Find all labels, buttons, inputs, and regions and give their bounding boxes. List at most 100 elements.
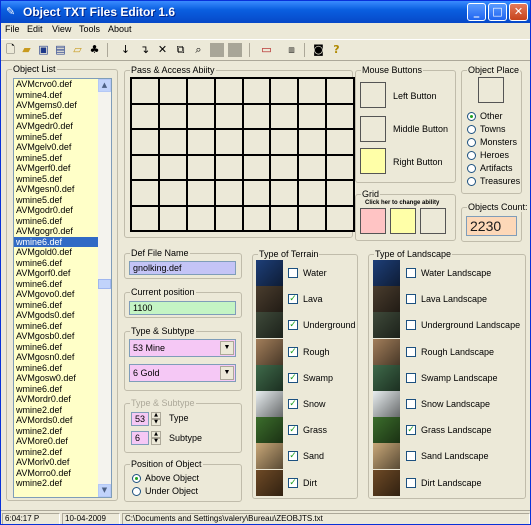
grid-cell[interactable] xyxy=(187,155,216,181)
grid-cell[interactable] xyxy=(132,79,160,105)
list-item[interactable]: wmine6.def xyxy=(14,363,111,374)
grid-cell[interactable] xyxy=(327,155,355,181)
list-scrollbar[interactable]: ▲ ▼ xyxy=(98,79,111,497)
grid-cell[interactable] xyxy=(299,181,328,207)
checkbox[interactable] xyxy=(406,477,416,488)
list-item[interactable]: wmine4.def xyxy=(14,90,111,101)
checkbox[interactable]: ✓ xyxy=(288,477,298,488)
object-place-swatch[interactable] xyxy=(478,77,504,103)
blank-1-icon[interactable] xyxy=(210,43,224,57)
checkbox[interactable]: ✓ xyxy=(288,425,298,436)
close-button[interactable]: ✕ xyxy=(509,3,528,21)
menu-file[interactable]: File xyxy=(5,24,20,34)
type-down-icon[interactable]: ▼ xyxy=(151,419,161,426)
scroll-thumb[interactable] xyxy=(98,279,111,289)
place-radio[interactable] xyxy=(467,125,476,134)
grid-cell[interactable] xyxy=(132,104,160,130)
grid-cell[interactable] xyxy=(243,206,272,232)
place-radio[interactable] xyxy=(467,164,476,173)
list-item[interactable]: wmine5.def xyxy=(14,174,111,185)
checkbox[interactable]: ✓ xyxy=(288,399,298,409)
checkbox[interactable]: ✓ xyxy=(288,451,298,462)
subtype-down-icon[interactable]: ▼ xyxy=(151,438,161,445)
move-down-2-icon[interactable]: ↴ xyxy=(137,42,152,58)
list-item[interactable]: wmine6.def xyxy=(14,384,111,395)
grid-cell[interactable] xyxy=(271,79,300,105)
grid-cell[interactable] xyxy=(187,181,216,207)
list-item[interactable]: AVMorlv0.def xyxy=(14,457,111,468)
place-radio[interactable] xyxy=(467,112,476,121)
save-icon[interactable]: ▣ xyxy=(36,42,51,58)
camera-icon[interactable]: ◙ xyxy=(311,42,326,58)
grid-cell[interactable] xyxy=(187,130,216,156)
checkbox[interactable]: ✓ xyxy=(288,320,298,331)
type-number-input[interactable]: 53 xyxy=(131,412,149,426)
checkbox[interactable]: ✓ xyxy=(406,425,416,436)
grid-cell[interactable] xyxy=(327,104,355,130)
list-item[interactable]: wmine2.def xyxy=(14,426,111,437)
checkbox[interactable]: ✓ xyxy=(288,372,298,383)
text-file-icon[interactable]: ▥ xyxy=(284,42,299,58)
checkbox[interactable] xyxy=(406,268,416,278)
list-item[interactable]: wmine6.def xyxy=(14,342,111,353)
position-radio[interactable] xyxy=(132,474,141,483)
position-radio[interactable] xyxy=(132,487,141,496)
title-bar[interactable]: ✎ Object TXT Files Editor 1.6 _ □ ✕ xyxy=(1,1,530,23)
move-down-icon[interactable]: ↓ xyxy=(118,42,133,58)
object-list[interactable]: AVMcrvo0.def wmine4.def AVMgems0.def wmine5… xyxy=(13,78,112,498)
list-item[interactable]: wmine6.def xyxy=(14,300,111,311)
checkbox[interactable]: ✓ xyxy=(288,346,298,357)
checkbox[interactable] xyxy=(406,372,416,383)
grid-cell[interactable] xyxy=(215,104,244,130)
list-item[interactable]: AVMgesn0.def xyxy=(14,184,111,195)
grid-cell[interactable] xyxy=(243,130,272,156)
minimize-button[interactable]: _ xyxy=(467,3,486,21)
grid-cell[interactable] xyxy=(299,130,328,156)
grid-cell[interactable] xyxy=(243,181,272,207)
checkbox[interactable] xyxy=(406,294,416,305)
list-item[interactable]: AVMgovo0.def xyxy=(14,289,111,300)
monitor-icon[interactable]: ▭ xyxy=(259,42,274,58)
open-file-icon[interactable]: ▱ xyxy=(70,42,85,58)
blank-2-icon[interactable] xyxy=(228,43,242,57)
list-item[interactable]: AVMorro0.def xyxy=(14,468,111,479)
list-item[interactable]: wmine5.def xyxy=(14,111,111,122)
grid-cell[interactable] xyxy=(243,104,272,130)
list-item[interactable]: AVMgems0.def xyxy=(14,100,111,111)
grid-cell[interactable] xyxy=(299,155,328,181)
list-item[interactable]: wmine6.def xyxy=(14,236,111,247)
grid-cell[interactable] xyxy=(271,206,300,232)
tree-icon[interactable]: ♣ xyxy=(87,42,102,58)
open-folder-icon[interactable]: ▰ xyxy=(19,42,34,58)
list-item[interactable]: AVMcrvo0.def xyxy=(14,79,111,90)
type-up-icon[interactable]: ▲ xyxy=(151,412,161,419)
list-item[interactable]: AVMgogr0.def xyxy=(14,226,111,237)
list-item[interactable]: AVMore0.def xyxy=(14,436,111,447)
grid-cell[interactable] xyxy=(299,104,328,130)
grid-cell[interactable] xyxy=(132,155,160,181)
chevron-down-icon[interactable]: ▼ xyxy=(220,341,234,355)
subtype-select[interactable]: 6 Gold ▼ xyxy=(129,364,236,382)
grid-red-swatch[interactable] xyxy=(360,208,386,234)
checkbox[interactable] xyxy=(406,320,416,331)
subtype-up-icon[interactable]: ▲ xyxy=(151,431,161,438)
find-icon[interactable]: ⌕ xyxy=(191,42,206,58)
grid-cell[interactable] xyxy=(215,130,244,156)
def-file-input[interactable]: gnolking.def xyxy=(129,261,236,275)
list-item[interactable]: AVMgosn0.def xyxy=(14,352,111,363)
list-item[interactable]: wmine2.def xyxy=(14,405,111,416)
pass-access-grid[interactable] xyxy=(130,77,355,232)
scroll-down-icon[interactable]: ▼ xyxy=(98,484,111,497)
middle-button-swatch[interactable] xyxy=(360,116,386,142)
grid-cell[interactable] xyxy=(187,206,216,232)
list-item[interactable]: AVMgodr0.def xyxy=(14,205,111,216)
grid-cell[interactable] xyxy=(132,181,160,207)
grid-cell[interactable] xyxy=(215,181,244,207)
grid-cell[interactable] xyxy=(159,206,188,232)
subtype-number-input[interactable]: 6 xyxy=(131,431,149,445)
place-radio[interactable] xyxy=(467,151,476,160)
grid-cell[interactable] xyxy=(327,181,355,207)
list-item[interactable]: AVMgorf0.def xyxy=(14,268,111,279)
grid-cell[interactable] xyxy=(327,206,355,232)
left-button-swatch[interactable] xyxy=(360,82,386,108)
